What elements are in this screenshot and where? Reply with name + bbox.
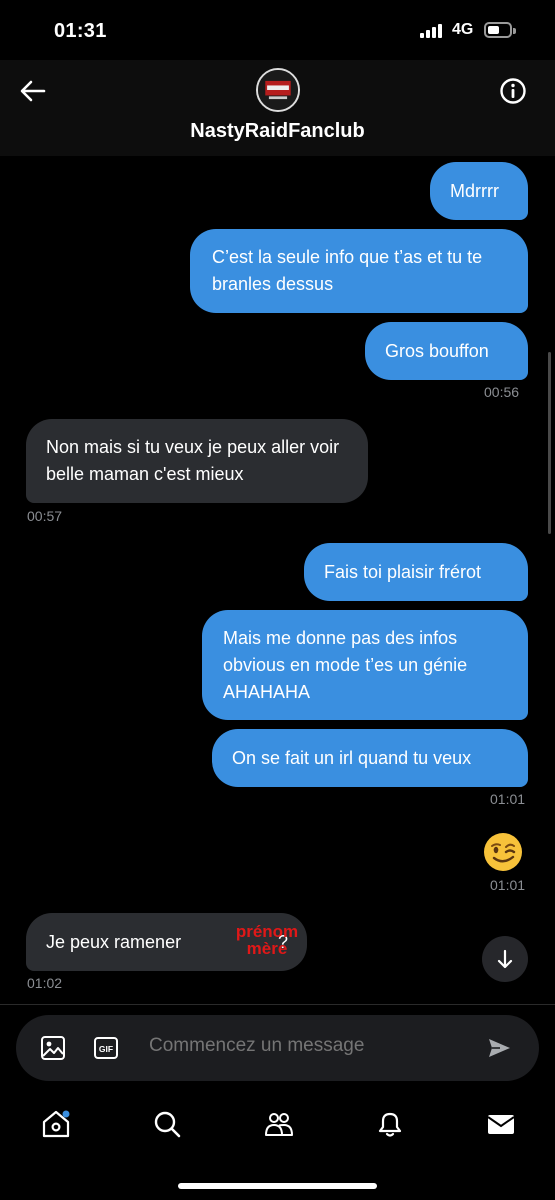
back-arrow-icon[interactable] <box>18 76 48 106</box>
message-text: C’est la seule info que t’as et tu te br… <box>212 247 483 294</box>
conversation-header: NastyRaidFanclub <box>0 60 555 156</box>
info-icon[interactable] <box>498 76 528 106</box>
censor-line: mère <box>246 939 288 958</box>
scrollbar[interactable] <box>548 352 551 534</box>
censor-line: prénom <box>235 922 299 941</box>
message-text: Non mais si tu veux je peux aller voir b… <box>46 437 340 484</box>
divider <box>0 1004 555 1005</box>
message-bubble-outgoing[interactable]: Mdrrrr <box>430 162 528 220</box>
gif-icon[interactable]: GIF <box>93 1035 119 1061</box>
message-bubble-outgoing[interactable]: Mais me donne pas des infos obvious en m… <box>202 610 528 720</box>
message-bubble-outgoing[interactable]: Fais toi plaisir frérot <box>304 543 528 601</box>
scroll-to-bottom-button[interactable] <box>482 936 528 982</box>
home-indicator <box>178 1183 377 1189</box>
message-bubble-outgoing[interactable]: On se fait un irl quand tu veux <box>212 729 528 787</box>
send-icon[interactable] <box>486 1035 512 1061</box>
status-bar: 01:31 4G <box>0 0 555 60</box>
conversation-name: NastyRaidFanclub <box>190 120 365 142</box>
avatar[interactable] <box>256 68 300 112</box>
image-icon[interactable] <box>40 1035 66 1061</box>
signal-icon <box>420 24 446 38</box>
message-bubble-incoming[interactable]: Non mais si tu veux je peux aller voir b… <box>26 419 368 503</box>
notifications-bell-icon[interactable] <box>374 1108 406 1140</box>
message-timestamp: 00:57 <box>27 508 63 524</box>
message-text: Fais toi plaisir frérot <box>324 562 482 582</box>
search-icon[interactable] <box>151 1108 183 1140</box>
messages-envelope-icon[interactable] <box>485 1108 517 1140</box>
home-icon[interactable] <box>40 1108 72 1140</box>
message-input[interactable] <box>149 1035 469 1057</box>
message-timestamp: 01:02 <box>27 975 63 991</box>
censor-overlay: prénom mère <box>222 923 312 957</box>
network-label: 4G <box>452 21 474 38</box>
gif-label: GIF <box>99 1044 113 1054</box>
communities-icon[interactable] <box>263 1108 295 1140</box>
message-timestamp: 01:01 <box>490 877 526 893</box>
message-timestamp: 00:56 <box>484 384 520 400</box>
arrow-down-icon <box>497 949 513 969</box>
message-text: Mais me donne pas des infos obvious en m… <box>223 628 468 702</box>
message-composer: GIF <box>16 1015 539 1081</box>
message-text: Mdrrrr <box>450 181 499 201</box>
winking-face-emoji[interactable] <box>482 831 524 873</box>
message-timestamp: 01:01 <box>490 791 526 807</box>
status-time: 01:31 <box>54 20 107 42</box>
message-bubble-incoming[interactable]: Je peux ramener ? prénom mère <box>26 913 307 971</box>
battery-icon <box>484 22 516 38</box>
message-text: Gros bouffon <box>385 341 489 361</box>
message-bubble-outgoing[interactable]: Gros bouffon <box>365 322 528 380</box>
message-text: On se fait un irl quand tu veux <box>232 748 472 768</box>
bottom-tab-bar <box>0 1100 555 1160</box>
message-text: Je peux ramener <box>46 932 182 952</box>
message-bubble-outgoing[interactable]: C’est la seule info que t’as et tu te br… <box>190 229 528 313</box>
